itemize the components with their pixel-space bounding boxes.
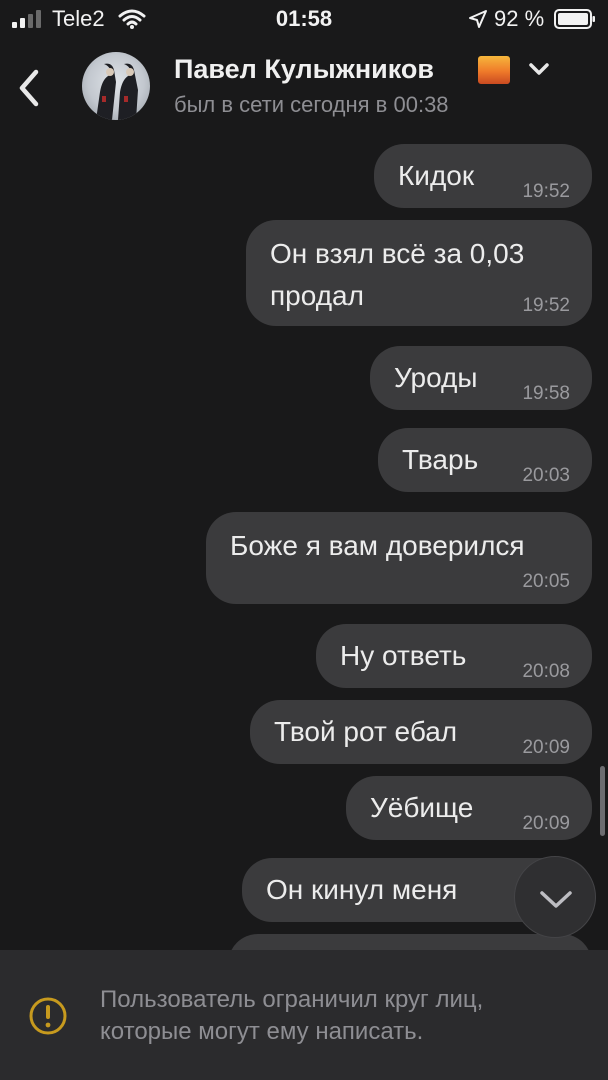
message-time: 20:09 bbox=[522, 813, 570, 834]
scroll-down-button[interactable] bbox=[514, 856, 596, 938]
chat-header: Павел Кулыжников был в сети сегодня в 00… bbox=[0, 40, 608, 138]
message-list[interactable]: Кидок 19:52 Он взял всё за 0,03 продал 1… bbox=[0, 138, 608, 950]
message-time: 20:05 bbox=[522, 571, 570, 592]
avatar-photo bbox=[96, 63, 138, 120]
message-bubble[interactable]: Боже я вам доверился 20:05 bbox=[206, 512, 592, 604]
message-text: Уёбище bbox=[370, 792, 474, 823]
message-text: Он взял всё за 0,03 bbox=[270, 238, 525, 269]
message-text: Кидок bbox=[398, 160, 475, 191]
message-bubble[interactable]: Твой рот ебал 20:09 bbox=[250, 700, 592, 764]
last-seen-status: был в сети сегодня в 00:38 bbox=[174, 92, 449, 117]
message-bubble[interactable]: Тварь 20:03 bbox=[378, 428, 592, 492]
chevron-down-icon[interactable] bbox=[528, 60, 550, 78]
message-text: продал bbox=[270, 280, 364, 311]
message-bubble[interactable]: Кидок 19:52 bbox=[374, 144, 592, 208]
message-bubble[interactable]: Он взял всё за 0,03 продал 19:52 bbox=[246, 220, 592, 326]
battery-icon bbox=[554, 9, 595, 29]
message-text: Ну ответь bbox=[340, 640, 467, 671]
message-time: 20:03 bbox=[522, 465, 570, 486]
message-time: 19:52 bbox=[522, 181, 570, 202]
notice-text: Пользователь ограничил круг лиц, которые… bbox=[100, 986, 484, 1045]
message-text: Тварь bbox=[402, 444, 479, 475]
message-text: Уроды bbox=[394, 362, 478, 393]
message-bubble[interactable]: Уроды 19:58 bbox=[370, 346, 592, 410]
back-button[interactable] bbox=[12, 66, 46, 110]
battery-percent: 92 % bbox=[494, 6, 545, 31]
message-text: Боже я вам доверился bbox=[230, 530, 525, 561]
message-text: Он кинул меня bbox=[266, 874, 458, 905]
message-time: 19:58 bbox=[522, 383, 570, 404]
avatar[interactable] bbox=[82, 52, 150, 120]
message-time: 20:08 bbox=[522, 661, 570, 682]
scrollbar[interactable] bbox=[600, 766, 605, 836]
message-bubble[interactable]: Уёбище 20:09 bbox=[346, 776, 592, 840]
warning-circle-icon bbox=[29, 997, 67, 1035]
contact-name[interactable]: Павел Кулыжников bbox=[174, 54, 434, 85]
location-arrow-icon bbox=[469, 10, 487, 28]
restriction-notice: Пользователь ограничил круг лиц, которые… bbox=[0, 950, 608, 1080]
message-time: 19:52 bbox=[522, 295, 570, 316]
sunrise-emoji-icon bbox=[478, 56, 510, 84]
chevron-down-icon bbox=[540, 891, 572, 908]
message-time: 20:09 bbox=[522, 737, 570, 758]
status-bar: Tele2 01:58 92 % bbox=[0, 0, 608, 40]
message-bubble[interactable]: Ну ответь 20:08 bbox=[316, 624, 592, 688]
chat-screen: Tele2 01:58 92 % Павел Кулыжников был в … bbox=[0, 0, 608, 1080]
message-text: Твой рот ебал bbox=[274, 716, 458, 747]
